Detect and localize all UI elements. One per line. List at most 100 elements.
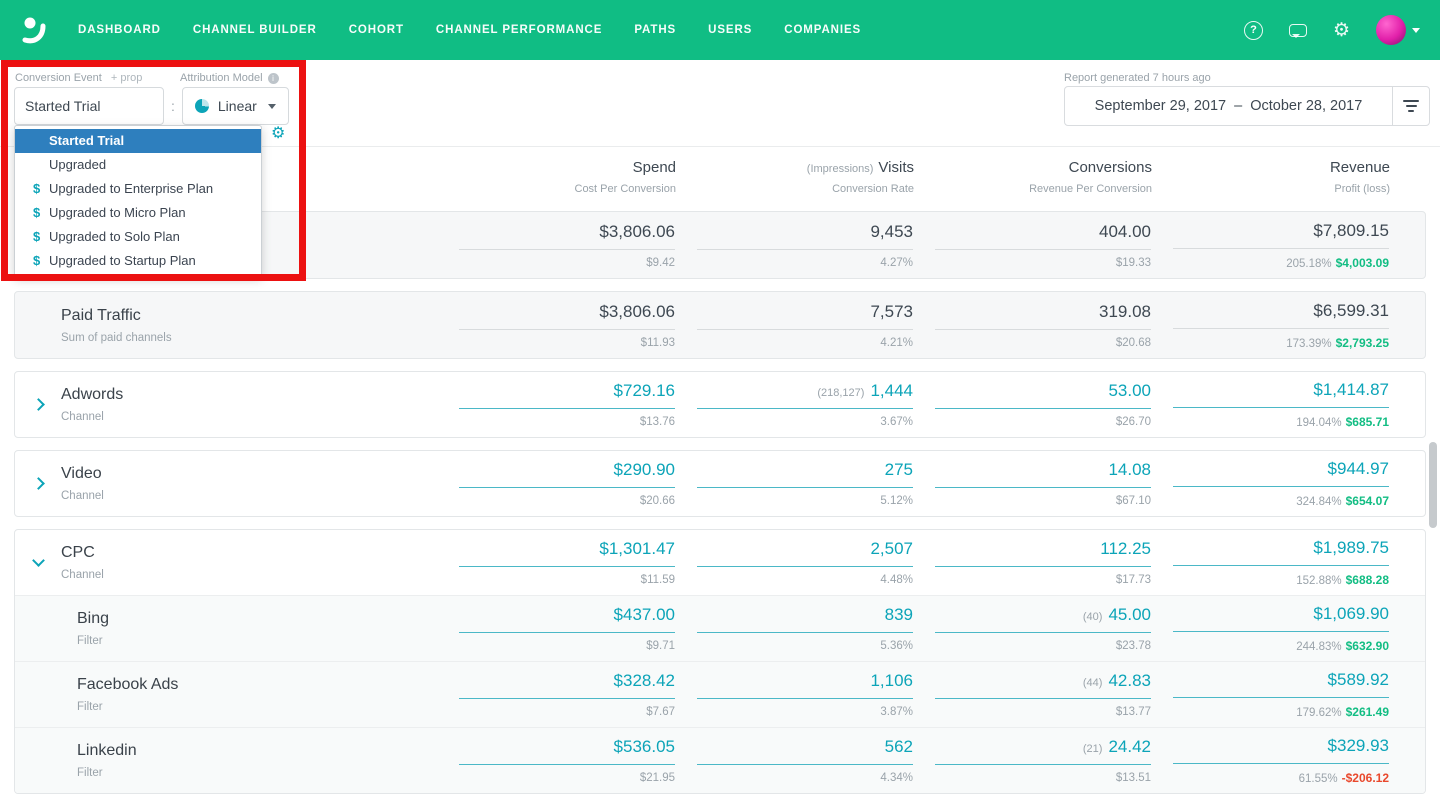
visits-cell: 2,507 4.48% — [697, 539, 913, 586]
table-row[interactable]: CPC Channel $1,301.47 $11.59 2,507 4.48%… — [15, 530, 1425, 595]
row-title: Facebook Ads — [77, 676, 179, 693]
profit-value: $632.90 — [1345, 639, 1389, 653]
column-title: Spend — [632, 159, 676, 176]
add-prop-link[interactable]: + prop — [111, 72, 143, 84]
dropdown-item-label: Upgraded to Solo Plan — [49, 229, 180, 244]
dropdown-item-upgraded-solo[interactable]: $ Upgraded to Solo Plan — [15, 225, 261, 249]
chat-icon[interactable] — [1288, 23, 1307, 38]
expand-row-button[interactable] — [15, 398, 61, 411]
nav-right-controls: ? ⚙ — [1243, 15, 1420, 45]
expand-row-button[interactable] — [15, 477, 61, 490]
row-title: Linkedin — [77, 742, 137, 759]
visits-cell: 1,106 3.87% — [697, 671, 913, 718]
dropdown-item-upgraded-micro[interactable]: $ Upgraded to Micro Plan — [15, 201, 261, 225]
attribution-model-select[interactable]: Linear — [181, 87, 289, 125]
revenue-cell: $1,989.75 152.88% $688.28 — [1173, 538, 1389, 587]
table-row[interactable]: Bing Filter $437.00 $9.71 839 5.36% (40)… — [15, 595, 1425, 661]
nav-item-channel-performance[interactable]: CHANNEL PERFORMANCE — [436, 24, 602, 36]
gear-icon[interactable]: ⚙ — [1333, 21, 1350, 40]
table-row[interactable]: Paid Traffic Sum of paid channels $3,806… — [15, 292, 1425, 358]
visits-cell: 562 4.34% — [697, 737, 913, 784]
revenue-column-header[interactable]: Revenue Profit (loss) — [1174, 159, 1390, 195]
vertical-scrollbar[interactable] — [1429, 442, 1437, 528]
profit-value: $688.28 — [1345, 573, 1389, 587]
dropdown-item-started-trial[interactable]: Started Trial — [15, 129, 261, 153]
impressions-value: (218,127) — [817, 387, 865, 399]
filter-sort-icon[interactable] — [1393, 87, 1429, 125]
date-range-picker[interactable]: September 29, 2017 – October 28, 2017 — [1064, 86, 1430, 126]
impressions-label: (Impressions) — [806, 163, 874, 175]
dollar-icon: $ — [33, 229, 41, 244]
nav-item-channel-builder[interactable]: CHANNEL BUILDER — [193, 24, 317, 36]
table-row[interactable]: Linkedin Filter $536.05 $21.95 562 4.34%… — [15, 727, 1425, 793]
nav-item-dashboard[interactable]: DASHBOARD — [78, 24, 161, 36]
dropdown-item-upgraded[interactable]: Upgraded — [15, 153, 261, 177]
conversions-count: (44) — [1082, 677, 1103, 689]
spend-cell: $729.16 $13.76 — [459, 381, 675, 428]
table-row[interactable]: Adwords Channel $729.16 $13.76 (218,127)… — [15, 372, 1425, 437]
column-subtitle: Conversion Rate — [832, 183, 914, 195]
collapse-row-button[interactable] — [15, 554, 61, 567]
avatar — [1376, 15, 1406, 45]
nav-item-companies[interactable]: COMPANIES — [784, 24, 861, 36]
profit-value: $654.07 — [1345, 494, 1389, 508]
table-row[interactable]: Facebook Ads Filter $328.42 $7.67 1,106 … — [15, 661, 1425, 727]
revenue-cell: $1,414.87 194.04% $685.71 — [1173, 380, 1389, 429]
dollar-icon: $ — [33, 253, 41, 268]
conversions-count: (40) — [1082, 611, 1103, 623]
app-logo[interactable] — [20, 15, 48, 45]
visits-cell: 839 5.36% — [697, 605, 913, 652]
attribution-model-label-text: Attribution Model — [180, 72, 263, 84]
row-title: CPC — [61, 544, 95, 561]
column-title: Visits — [878, 159, 914, 176]
conversions-column-header[interactable]: Conversions Revenue Per Conversion — [936, 159, 1152, 195]
row-card-video: Video Channel $290.90 $20.66 275 5.12% 1… — [14, 450, 1426, 517]
dropdown-item-upgraded-enterprise[interactable]: $ Upgraded to Enterprise Plan — [15, 177, 261, 201]
revenue-cell: $1,069.90 244.83% $632.90 — [1173, 604, 1389, 653]
separator-colon: : — [171, 98, 175, 114]
spend-cell: $1,301.47 $11.59 — [459, 539, 675, 586]
spend-cell: $328.42 $7.67 — [459, 671, 675, 718]
conversions-cell: (21) 24.42 $13.51 — [935, 737, 1151, 784]
conversions-cell: 14.08 $67.10 — [935, 460, 1151, 507]
row-subtitle: Channel — [61, 411, 104, 423]
conversion-event-label-text: Conversion Event — [15, 72, 102, 84]
dropdown-item-label: Upgraded to Micro Plan — [49, 205, 186, 220]
dollar-icon: $ — [33, 205, 41, 220]
conversion-event-input[interactable] — [14, 87, 164, 125]
row-subtitle: Filter — [77, 701, 103, 713]
conversions-cell: 112.25 $17.73 — [935, 539, 1151, 586]
revenue-cell: $944.97 324.84% $654.07 — [1173, 459, 1389, 508]
account-menu[interactable] — [1376, 15, 1420, 45]
attribution-model-label: Attribution Model — [180, 72, 279, 84]
visits-column-header[interactable]: (Impressions) Visits Conversion Rate — [698, 159, 914, 195]
profit-value-negative: -$206.12 — [1341, 771, 1389, 785]
conversion-event-label: Conversion Event + prop — [15, 72, 142, 84]
conversions-cell: 53.00 $26.70 — [935, 381, 1151, 428]
conversions-cell: (44) 42.83 $13.77 — [935, 671, 1151, 718]
column-title: Conversions — [1068, 159, 1152, 176]
row-subtitle: Channel — [61, 490, 104, 502]
chevron-right-icon — [31, 477, 45, 490]
row-title: Video — [61, 465, 102, 482]
help-icon[interactable]: ? — [1243, 20, 1263, 40]
dropdown-item-upgraded-startup[interactable]: $ Upgraded to Startup Plan — [15, 249, 261, 273]
dropdown-item-label: Started Trial — [49, 133, 125, 148]
conversions-cell: 319.08 $20.68 — [935, 302, 1151, 349]
nav-item-paths[interactable]: PATHS — [634, 24, 676, 36]
settings-gear-icon[interactable]: ⚙ — [271, 126, 285, 142]
nav-item-users[interactable]: USERS — [708, 24, 752, 36]
visits-cell: 9,453 4.27% — [697, 222, 913, 269]
profit-value: $4,003.09 — [1335, 255, 1389, 270]
visits-cell: 275 5.12% — [697, 460, 913, 507]
spend-column-header[interactable]: Spend Cost Per Conversion — [460, 159, 677, 195]
spend-cell: $536.05 $21.95 — [459, 737, 675, 784]
nav-item-cohort[interactable]: COHORT — [349, 24, 404, 36]
chevron-down-icon — [267, 103, 276, 109]
info-icon[interactable] — [267, 72, 279, 84]
dropdown-item-label: Upgraded to Startup Plan — [49, 253, 196, 268]
spend-cell: $3,806.06 $11.93 — [459, 302, 675, 349]
table-row[interactable]: Video Channel $290.90 $20.66 275 5.12% 1… — [15, 451, 1425, 516]
dropdown-item-label: Upgraded — [49, 157, 107, 172]
profit-value: $685.71 — [1345, 415, 1389, 429]
